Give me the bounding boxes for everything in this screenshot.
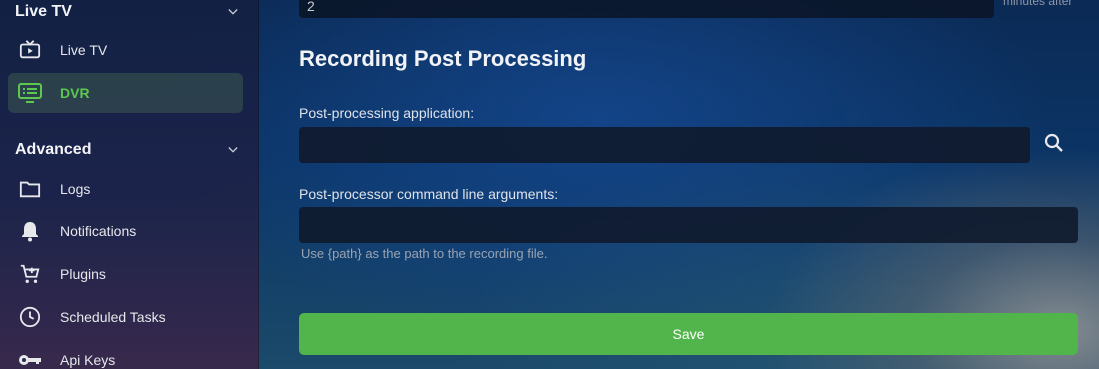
sidebar-item-scheduled-tasks[interactable]: Scheduled Tasks	[8, 297, 243, 337]
chevron-down-icon	[228, 9, 238, 15]
sidebar-item-label: Logs	[60, 181, 91, 197]
sidebar-item-label: Scheduled Tasks	[60, 309, 166, 325]
post-processor-args-label: Post-processor command line arguments:	[299, 186, 559, 202]
tv-icon	[18, 38, 42, 62]
browse-app-button[interactable]	[1038, 127, 1070, 159]
sidebar-item-label: Plugins	[60, 266, 106, 282]
sidebar-item-label: DVR	[60, 85, 90, 101]
save-button[interactable]: Save	[299, 313, 1078, 355]
dvr-icon	[18, 81, 42, 105]
post-processing-app-label: Post-processing application:	[299, 105, 475, 121]
bell-icon	[18, 219, 42, 243]
cart-icon	[18, 262, 42, 286]
post-processing-app-input[interactable]	[299, 127, 1030, 163]
args-hint: Use {path} as the path to the recording …	[301, 246, 548, 261]
section-title: Advanced	[15, 141, 92, 158]
clock-icon	[18, 305, 42, 329]
post-padding-suffix: minutes after	[1003, 0, 1073, 8]
post-processor-args-input[interactable]	[299, 207, 1078, 243]
search-icon	[1044, 133, 1063, 152]
sidebar-item-label: Live TV	[60, 42, 108, 58]
sidebar-item-plugins[interactable]: Plugins	[8, 254, 243, 294]
sidebar-item-label: Api Keys	[60, 352, 116, 368]
folder-icon	[18, 177, 42, 201]
key-icon	[18, 348, 42, 369]
post-padding-input[interactable]: 2	[299, 0, 994, 18]
sidebar-item-live-tv[interactable]: Live TV	[8, 30, 243, 70]
section-header-live-tv[interactable]: Live TV	[15, 0, 238, 24]
sidebar-item-label: Notifications	[60, 223, 137, 239]
sidebar-item-notifications[interactable]: Notifications	[8, 211, 243, 251]
section-header-advanced[interactable]: Advanced	[15, 138, 238, 162]
sidebar-item-logs[interactable]: Logs	[8, 169, 243, 209]
chevron-down-icon	[228, 147, 238, 153]
section-title: Live TV	[15, 3, 72, 20]
section-title: Recording Post Processing	[299, 46, 587, 71]
main-content: 2 minutes after Recording Post Processin…	[258, 0, 1099, 369]
sidebar: Live TV Live TV DVR Advanced Logs Notifi…	[0, 0, 259, 369]
sidebar-item-api-keys[interactable]: Api Keys	[8, 340, 243, 369]
sidebar-item-dvr[interactable]: DVR	[8, 73, 243, 113]
